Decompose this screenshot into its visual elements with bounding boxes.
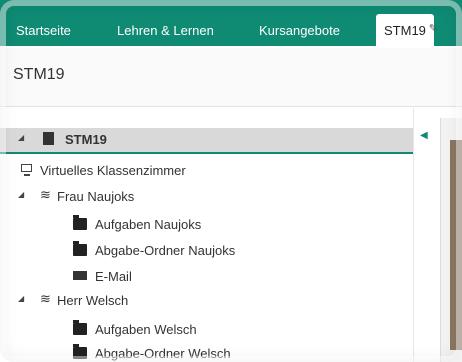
content-image [450,140,462,350]
tree-node-aufgaben-welsch[interactable]: Aufgaben Welsch [0,318,413,342]
monitor-icon [21,164,32,176]
tree-label: Frau Naujoks [57,189,135,204]
tree-label: STM19 [65,132,107,147]
tab-stm19-label: STM19 [384,23,426,38]
tree-node-stm19[interactable]: ◢ STM19 [0,128,413,154]
tree-node-email[interactable]: E-Mail [0,265,413,289]
tree-node-aufgaben-naujoks[interactable]: Aufgaben Naujoks [0,213,413,237]
tab-kursangebote[interactable]: Kursangebote [259,16,340,46]
tree-label: Abgabe-Ordner Welsch [95,346,231,361]
folder-icon [73,215,87,230]
tree-label: Virtuelles Klassenzimmer [40,163,186,178]
tree-node-abgabe-ordner-naujoks[interactable]: Abgabe-Ordner Naujoks [0,239,413,263]
expand-caret-icon[interactable]: ◢ [18,294,28,303]
collapse-sidebar-icon[interactable]: ◀ [420,130,432,150]
stack-icon: ≋ [40,187,51,202]
folder-icon [73,241,87,256]
folder-icon [73,344,87,359]
tree-label: Herr Welsch [57,293,129,308]
page-title: STM19 [13,66,65,83]
tree-node-frau-naujoks[interactable]: ◢ ≋ Frau Naujoks [0,185,413,209]
tab-bar: Startseite Lehren & Lernen Kursangebote … [0,0,462,46]
tree-label: Aufgaben Naujoks [95,217,202,232]
course-tree: ◢ STM19 Virtuelles Klassenzimmer ◢ ≋ Fra… [0,108,414,362]
app-window: Startseite Lehren & Lernen Kursangebote … [0,0,462,362]
tree-label: Aufgaben Welsch [95,322,197,337]
title-bar [0,48,462,107]
close-icon[interactable]: ✎ [429,12,438,46]
tree-node-abgabe-ordner-welsch[interactable]: Abgabe-Ordner Welsch [0,342,413,362]
tree-label: E-Mail [95,269,132,284]
tab-stm19[interactable]: STM19 ✎ [376,14,438,46]
mail-icon [73,271,87,280]
tree-node-virtuelles-klassenzimmer[interactable]: Virtuelles Klassenzimmer [0,159,413,183]
tab-lehren-lernen[interactable]: Lehren & Lernen [117,16,214,46]
expand-caret-icon[interactable]: ◢ [18,133,28,142]
tab-startseite[interactable]: Startseite [16,16,71,46]
folder-icon [73,320,87,335]
book-icon [43,132,54,145]
tree-node-herr-welsch[interactable]: ◢ ≋ Herr Welsch [0,289,413,313]
stack-icon: ≋ [40,291,51,306]
tree-label: Abgabe-Ordner Naujoks [95,243,236,258]
expand-caret-icon[interactable]: ◢ [18,190,28,199]
